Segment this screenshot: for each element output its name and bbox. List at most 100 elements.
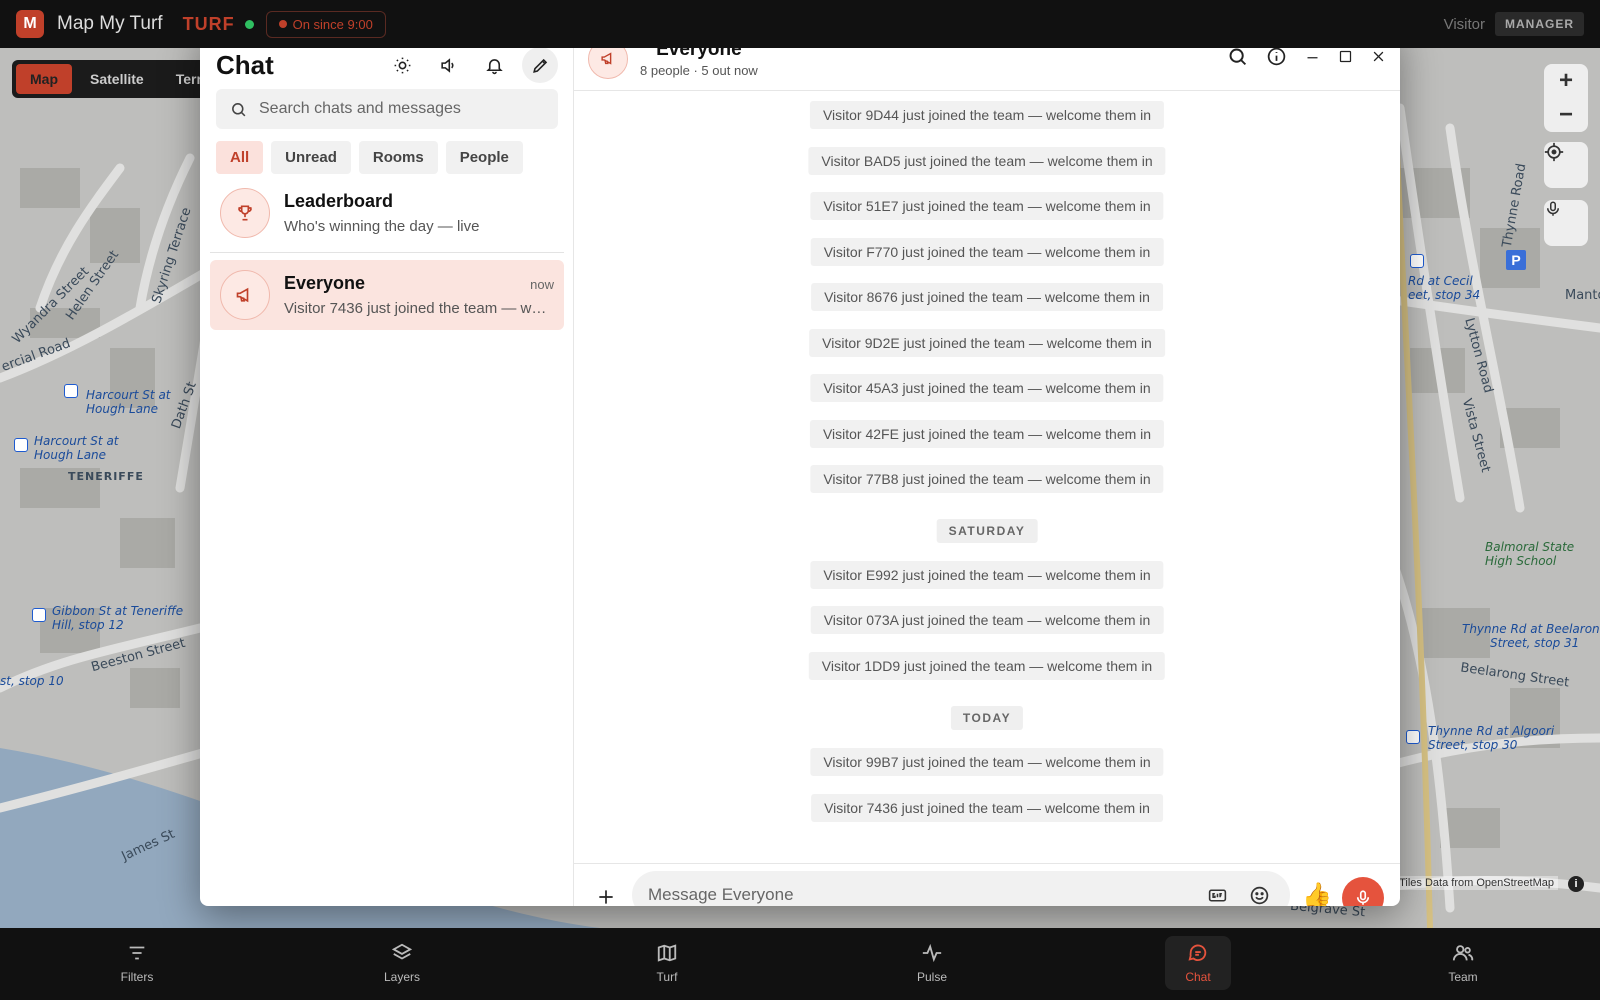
bus-stop-icon[interactable] xyxy=(1406,730,1420,744)
chat-window: Chat All Unread xyxy=(200,27,1400,906)
filter-people[interactable]: People xyxy=(445,141,523,174)
school-label: Balmoral State High School xyxy=(1485,540,1575,568)
divider xyxy=(210,252,564,253)
crosshair-icon xyxy=(1544,142,1564,162)
bus-stop-icon[interactable] xyxy=(1410,254,1424,268)
thumbs-up-button[interactable]: 👍 xyxy=(1302,881,1332,906)
info-icon xyxy=(1267,47,1286,65)
room-subtitle: 8 people · 5 out now xyxy=(640,63,758,78)
chat-search-input[interactable] xyxy=(259,100,544,118)
minimize-icon xyxy=(1307,56,1318,58)
filter-unread[interactable]: Unread xyxy=(271,141,351,174)
divider xyxy=(574,863,1400,864)
zoom-out-button[interactable]: − xyxy=(1544,98,1588,132)
nav-turf[interactable]: Turf xyxy=(634,936,700,990)
app-logo: M xyxy=(16,10,44,38)
speaker-icon xyxy=(440,57,454,73)
close-button[interactable] xyxy=(1371,49,1386,69)
system-message: Visitor F770 just joined the team — welc… xyxy=(810,238,1164,266)
minimize-button[interactable] xyxy=(1305,49,1320,69)
conversation-preview: Who's winning the day — live xyxy=(284,218,480,235)
map-type-satellite[interactable]: Satellite xyxy=(76,64,158,94)
filter-all[interactable]: All xyxy=(216,141,264,174)
street-label: Manto xyxy=(1565,288,1600,303)
bus-stop-label: st, stop 10 xyxy=(0,674,64,688)
system-message: Visitor 8676 just joined the team — welc… xyxy=(811,283,1163,311)
system-message: Visitor 073A just joined the team — welc… xyxy=(810,606,1164,634)
conversation-preview: Visitor 7436 just joined the team — welc… xyxy=(284,300,554,317)
microphone-icon xyxy=(1356,890,1370,905)
nav-chat[interactable]: Chat xyxy=(1165,936,1231,990)
map-type-switcher: Map Satellite Terra xyxy=(12,60,228,98)
new-chat-button[interactable] xyxy=(522,47,558,83)
bottom-navigation: Filters Layers Turf Pulse Chat Team xyxy=(0,928,1600,1000)
on-since-button[interactable]: On since 9:00 xyxy=(265,10,386,38)
day-separator: SATURDAY xyxy=(936,519,1038,543)
attach-button[interactable] xyxy=(592,883,620,906)
nav-filters[interactable]: Filters xyxy=(104,936,170,990)
app-title: Map My Turf xyxy=(57,13,163,34)
megaphone-icon xyxy=(236,287,249,303)
bus-stop-icon[interactable] xyxy=(64,384,78,398)
system-message: Visitor 7436 just joined the team — welc… xyxy=(811,794,1163,822)
locate-me-button[interactable] xyxy=(1544,142,1588,182)
voice-control xyxy=(1544,200,1588,246)
live-status-dot xyxy=(244,19,254,29)
message-list[interactable]: Visitor 9D44 just joined the team — welc… xyxy=(574,91,1400,865)
bus-stop-label: Rd at Cecil eet, stop 34 xyxy=(1408,274,1481,303)
role-badge: MANAGER xyxy=(1495,12,1584,36)
attribution-info-icon[interactable]: i xyxy=(1568,876,1584,892)
filters-icon xyxy=(129,946,145,960)
conversation-name: Everyone xyxy=(284,273,366,293)
sound-toggle-button[interactable] xyxy=(430,47,466,83)
map-type-map[interactable]: Map xyxy=(16,64,72,94)
emoji-button[interactable] xyxy=(1244,880,1274,906)
user-label[interactable]: Visitor xyxy=(1444,16,1485,33)
maximize-icon xyxy=(1339,50,1352,62)
bus-stop-icon[interactable] xyxy=(32,608,46,622)
system-message: Visitor BAD5 just joined the team — welc… xyxy=(808,147,1166,175)
pulse-icon xyxy=(922,943,942,963)
nav-layers[interactable]: Layers xyxy=(369,936,435,990)
nav-label: Team xyxy=(1448,970,1478,984)
search-messages-button[interactable] xyxy=(1227,46,1248,72)
room-info-button[interactable] xyxy=(1266,46,1287,72)
system-message: Visitor 77B8 just joined the team — welc… xyxy=(810,465,1164,493)
close-icon xyxy=(1373,51,1384,61)
voice-search-button[interactable] xyxy=(1544,201,1588,240)
suburb-label: TENERIFFE xyxy=(68,470,144,483)
bus-stop-icon[interactable] xyxy=(14,438,28,452)
record-dot-icon xyxy=(278,20,287,28)
gif-button[interactable] xyxy=(1202,880,1232,906)
conversation-leaderboard[interactable]: Leaderboard Who's winning the day — live xyxy=(210,178,564,248)
maximize-button[interactable] xyxy=(1338,49,1353,69)
pencil-icon xyxy=(532,58,547,73)
theme-toggle-button[interactable] xyxy=(384,47,420,83)
bus-stop-label: Harcourt St at Hough Lane xyxy=(34,434,119,463)
voice-message-button[interactable] xyxy=(1342,877,1384,906)
turf-label: TURF xyxy=(182,13,235,34)
search-icon xyxy=(232,102,246,116)
locate-control xyxy=(1544,142,1588,188)
megaphone-icon xyxy=(600,52,611,65)
system-message: Visitor 9D44 just joined the team — welc… xyxy=(809,101,1165,129)
on-since-label: On since 9:00 xyxy=(292,16,373,32)
zoom-in-button[interactable]: + xyxy=(1544,64,1588,98)
nav-label: Filters xyxy=(120,970,154,984)
bus-stop-label: Gibbon St at Teneriffe Hill, stop 12 xyxy=(52,604,184,633)
system-message: Visitor 1DD9 just joined the team — welc… xyxy=(808,652,1166,680)
nav-team[interactable]: Team xyxy=(1430,936,1496,990)
conversation-everyone[interactable]: Everyone now Visitor 7436 just joined th… xyxy=(210,260,564,330)
message-input[interactable] xyxy=(648,885,1190,905)
message-composer: 👍 xyxy=(574,863,1400,906)
filter-rooms[interactable]: Rooms xyxy=(358,141,438,174)
smiley-icon xyxy=(1250,886,1268,904)
nav-pulse[interactable]: Pulse xyxy=(899,936,965,990)
chat-sidebar: Chat All Unread xyxy=(200,27,574,906)
conversation-panel: Everyone 8 people · 5 out now Visitor 9D… xyxy=(574,27,1400,906)
message-input-wrapper xyxy=(632,871,1290,906)
plus-icon xyxy=(599,890,613,904)
parking-icon[interactable]: P xyxy=(1506,250,1526,270)
system-message: Visitor 99B7 just joined the team — welc… xyxy=(810,748,1164,776)
notifications-button[interactable] xyxy=(476,47,512,83)
